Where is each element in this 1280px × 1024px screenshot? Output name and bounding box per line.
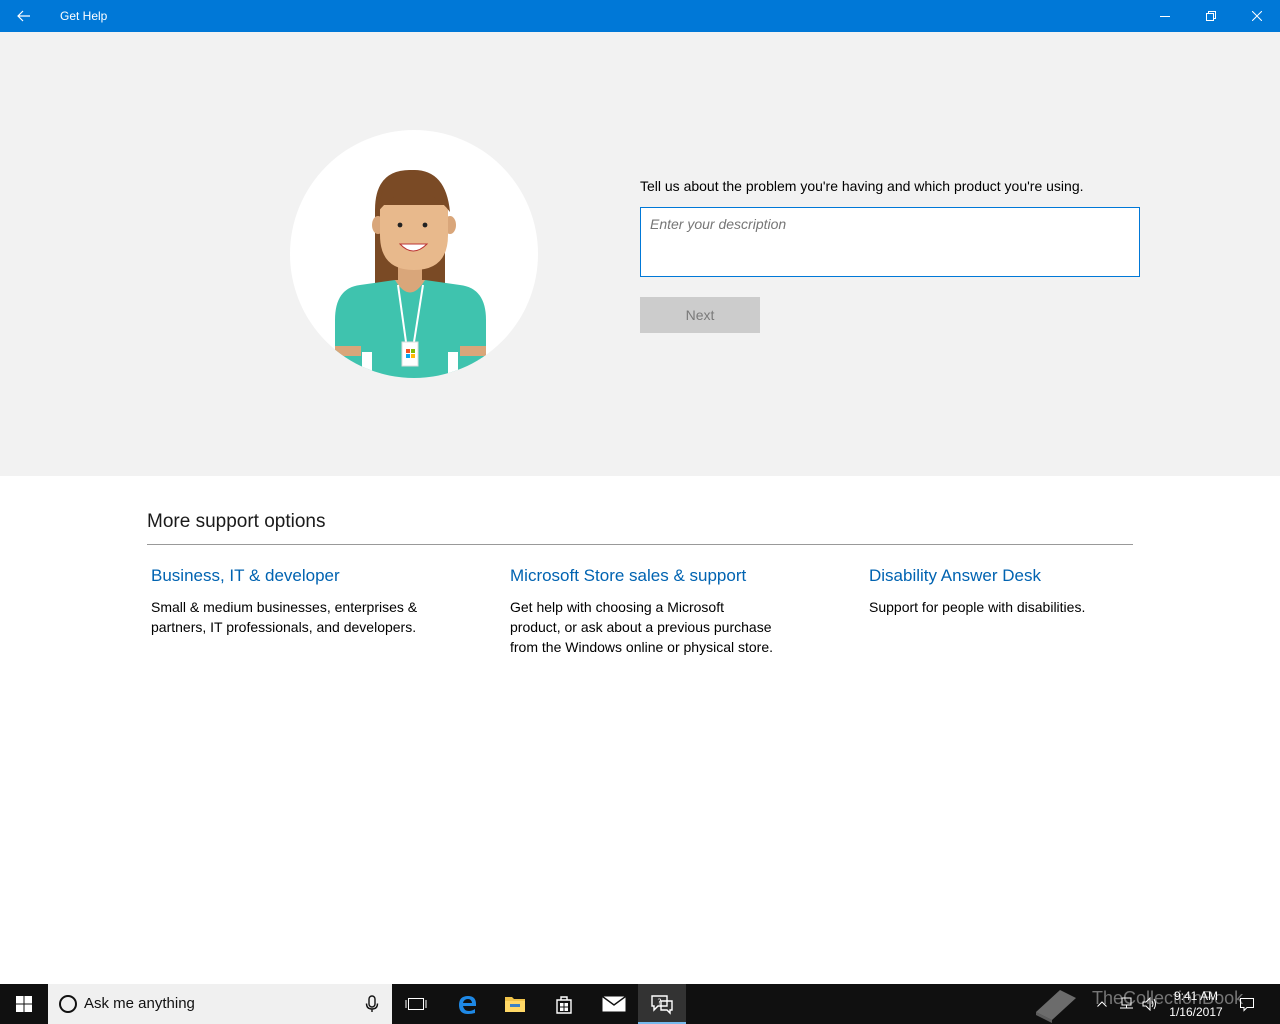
- taskbar: Ask me anything ? TheCollectionBook 9:41…: [0, 984, 1280, 1024]
- network-icon: [1120, 997, 1133, 1009]
- disability-link[interactable]: Disability Answer Desk: [869, 566, 1159, 586]
- svg-text:?: ?: [657, 998, 661, 1007]
- file-explorer-button[interactable]: [491, 984, 539, 1024]
- more-support-title: More support options: [147, 511, 326, 532]
- cortana-icon: [59, 995, 77, 1013]
- support-agent-illustration: [290, 130, 538, 378]
- store-support-link[interactable]: Microsoft Store sales & support: [510, 566, 775, 586]
- book-logo-icon: [1036, 990, 1076, 1023]
- microphone-icon[interactable]: [362, 994, 382, 1014]
- store-icon: [556, 996, 572, 1014]
- task-view-icon: [405, 998, 427, 1010]
- chevron-up-icon: [1097, 1001, 1107, 1007]
- close-button[interactable]: [1234, 0, 1280, 32]
- next-button[interactable]: Next: [640, 297, 760, 333]
- description-input[interactable]: [640, 207, 1140, 277]
- store-button[interactable]: [540, 984, 588, 1024]
- volume-icon: [1142, 997, 1156, 1011]
- clock-time: 9:41 AM: [1173, 989, 1219, 1003]
- network-button[interactable]: [1114, 984, 1138, 1024]
- clock[interactable]: 9:41 AM 1/16/2017: [1158, 988, 1234, 1020]
- back-button[interactable]: [8, 0, 40, 32]
- windows-logo-icon: [16, 996, 32, 1012]
- disability-description: Support for people with disabilities.: [869, 599, 1086, 615]
- problem-prompt: Tell us about the problem you're having …: [640, 178, 1084, 194]
- get-help-button[interactable]: ?: [638, 984, 686, 1024]
- support-option-business: Business, IT & developer Small & medium …: [151, 566, 421, 637]
- get-help-icon: ?: [651, 995, 673, 1015]
- business-description: Small & medium businesses, enterprises &…: [151, 599, 418, 635]
- task-view-button[interactable]: [392, 984, 440, 1024]
- restore-button[interactable]: [1188, 0, 1234, 32]
- business-link[interactable]: Business, IT & developer: [151, 566, 421, 586]
- action-center-button[interactable]: [1234, 984, 1260, 1024]
- minimize-icon: [1160, 16, 1170, 17]
- mail-button[interactable]: [590, 984, 638, 1024]
- window-title: Get Help: [60, 9, 108, 23]
- section-divider: [147, 544, 1133, 545]
- edge-icon: [459, 996, 476, 1014]
- file-explorer-icon: [505, 997, 525, 1012]
- cortana-search-box[interactable]: Ask me anything: [48, 984, 392, 1024]
- search-placeholder: Ask me anything: [84, 995, 195, 1012]
- store-support-description: Get help with choosing a Microsoft produ…: [510, 599, 773, 655]
- restore-icon: [1206, 11, 1216, 21]
- minimize-button[interactable]: [1142, 0, 1188, 32]
- clock-date: 1/16/2017: [1169, 1005, 1223, 1019]
- notification-icon: [1240, 998, 1254, 1012]
- mail-icon: [602, 996, 626, 1012]
- show-hidden-icons-button[interactable]: [1090, 984, 1114, 1024]
- hero-section: Tell us about the problem you're having …: [0, 32, 1280, 476]
- support-option-store: Microsoft Store sales & support Get help…: [510, 566, 775, 657]
- close-icon: [1252, 11, 1262, 21]
- start-button[interactable]: [0, 984, 48, 1024]
- back-arrow-icon: [17, 10, 30, 22]
- support-option-disability: Disability Answer Desk Support for peopl…: [869, 566, 1159, 617]
- edge-button[interactable]: [443, 984, 491, 1024]
- title-bar: Get Help: [0, 0, 1280, 32]
